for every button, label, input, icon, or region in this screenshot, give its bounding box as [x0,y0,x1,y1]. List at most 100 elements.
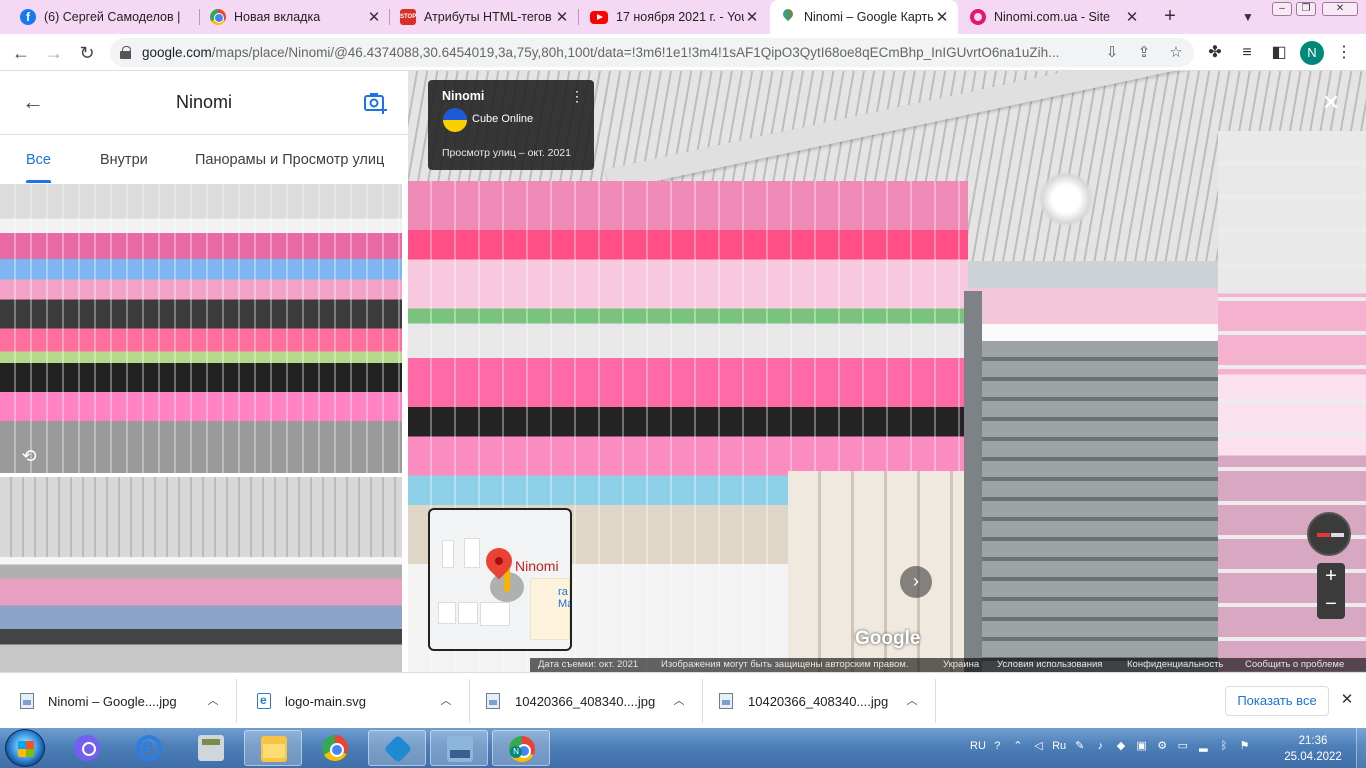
download-item[interactable]: 10420366_408340....jpg ︿ [703,679,936,723]
tab-all[interactable]: Все [26,152,51,168]
input-method-label[interactable]: Ru [1052,738,1067,754]
browser-menu-icon[interactable]: ⋮ [1333,42,1355,64]
image-file-icon [486,693,500,709]
media-queue-icon[interactable]: ≡ [1236,42,1258,64]
map-block [442,540,454,568]
youtube-icon [590,10,608,24]
close-window-button[interactable]: ✕ [1322,2,1358,16]
new-tab-button[interactable]: + [1158,5,1182,29]
capture-date: Просмотр улиц – окт. 2021 [442,147,571,159]
taskbar-explorer[interactable] [244,730,302,766]
chevron-up-icon[interactable]: ︿ [204,692,222,710]
update-icon[interactable]: ⚙ [1155,738,1170,754]
download-item[interactable]: Ninomi – Google....jpg ︿ [0,679,237,723]
footer-report-link[interactable]: Сообщить о проблеме [1245,659,1344,670]
back-arrow-icon[interactable]: ← [20,89,46,115]
street-view-place-title[interactable]: Ninomi [442,89,484,103]
navigate-forward-chevron-icon[interactable]: › [900,566,932,598]
photo-thumbnail[interactable] [0,184,402,473]
tab-panoramas[interactable]: Панорамы и Просмотр улиц [195,152,384,168]
tab-inside[interactable]: Внутри [100,152,148,168]
add-photo-icon[interactable] [362,89,388,115]
download-item[interactable]: 10420366_408340....jpg ︿ [470,679,703,723]
security-icon[interactable]: ◆ [1114,738,1129,754]
tab-search-chevron-icon[interactable]: ▼ [1236,5,1260,29]
restore-button[interactable]: ❐ [1296,2,1316,16]
start-button[interactable] [5,729,45,767]
tab-close-icon[interactable]: ✕ [1124,8,1140,26]
download-item[interactable]: logo-main.svg ︿ [237,679,470,723]
taskbar-vscode[interactable] [368,730,426,766]
show-desktop-button[interactable] [1356,728,1366,768]
close-icon[interactable]: ✕ [1338,691,1356,709]
tab-google-maps[interactable]: Ninomi – Google Карты ✕ [770,0,958,34]
side-panel-icon[interactable]: ◧ [1268,42,1290,64]
image-file-icon [20,693,34,709]
forward-arrow-icon[interactable]: → [41,40,67,66]
zoom-in-button[interactable]: + [1317,563,1345,591]
pen-icon[interactable]: ✎ [1072,738,1087,754]
footer-copyright: Изображения могут быть защищены авторски… [661,659,909,670]
taskbar-chrome-profile[interactable] [492,730,550,766]
url-text[interactable]: google.com/maps/place/Ninomi/@46.4374088… [142,45,1102,60]
tab-close-icon[interactable]: ✕ [934,8,950,26]
help-icon[interactable]: ? [990,738,1005,754]
footer-terms-link[interactable]: Условия использования [997,659,1102,670]
map-block [458,602,478,624]
profile-avatar[interactable]: N [1300,41,1324,65]
language-indicator[interactable]: RU [970,740,986,752]
internet-explorer-icon [136,735,162,761]
author-avatar[interactable] [443,108,467,132]
network-signal-icon[interactable]: ▂ [1196,738,1211,754]
compass-icon[interactable] [1307,512,1351,556]
tab-close-icon[interactable]: ✕ [366,8,382,26]
chrome-icon [322,735,348,761]
image-file-icon [719,693,733,709]
minimize-button[interactable]: – [1272,2,1292,16]
system-clock[interactable]: 21:36 25.04.2022 [1278,733,1348,765]
install-icon[interactable]: ⇩ [1102,43,1122,63]
taskbar-internet-explorer[interactable] [120,730,178,766]
back-arrow-icon[interactable]: ← [8,40,34,66]
tab-new-tab[interactable]: Новая вкладка ✕ [200,0,390,34]
volume-icon[interactable]: ◁ [1031,738,1046,754]
bluetooth-icon[interactable]: ᛒ [1217,738,1232,754]
show-all-downloads-button[interactable]: Показать все [1225,686,1329,716]
footer-privacy-link[interactable]: Конфиденциальность [1127,659,1223,670]
action-center-icon[interactable]: ⚑ [1237,738,1252,754]
bookmark-star-icon[interactable]: ☆ [1166,43,1186,63]
remote-desktop-icon [447,736,473,762]
extensions-puzzle-icon[interactable]: ✤ [1204,42,1226,64]
tab-title: Новая вкладка [234,10,321,24]
tab-html-attributes[interactable]: STOP Атрибуты HTML-тегов ✕ [390,0,578,34]
gpu-icon[interactable]: ▣ [1134,738,1149,754]
address-bar[interactable]: google.com/maps/place/Ninomi/@46.4374088… [110,38,1194,67]
author-name[interactable]: Cube Online [472,113,533,125]
taskbar-chrome[interactable] [306,730,364,766]
chevron-up-icon[interactable]: ︿ [903,692,921,710]
share-icon[interactable]: ⇪ [1134,43,1154,63]
show-hidden-icons-icon[interactable]: ⌃ [1011,738,1026,754]
mini-map[interactable]: Ninomi га Ма [428,508,572,651]
tab-strip: f (6) Сергей Самоделов | Новая вкладка ✕… [0,0,1366,34]
chevron-up-icon[interactable]: ︿ [670,692,688,710]
tab-close-icon[interactable]: ✕ [744,8,760,26]
close-icon[interactable]: ✕ [1320,92,1342,114]
tab-title: 17 ноября 2021 г. - YouT [616,10,744,24]
tab-ninomi-site[interactable]: Ninomi.com.ua - Site ✕ [960,0,1148,34]
taskbar-remote-desktop[interactable] [430,730,488,766]
taskbar-calculator[interactable] [182,730,240,766]
photo-thumbnail[interactable] [0,477,402,672]
zoom-out-button[interactable]: − [1317,591,1345,619]
tab-close-icon[interactable]: ✕ [554,8,570,26]
tab-title: Ninomi – Google Карты [804,10,934,24]
tab-youtube[interactable]: 17 ноября 2021 г. - YouT ✕ [580,0,768,34]
display-icon[interactable]: ▭ [1175,738,1190,754]
tab-separator [578,9,579,25]
chevron-up-icon[interactable]: ︿ [437,692,455,710]
speaker-icon[interactable]: ♪ [1093,738,1108,754]
more-vert-icon[interactable]: ⋮ [570,88,584,108]
taskbar-viber[interactable] [58,730,116,766]
reload-icon[interactable]: ↻ [74,40,100,66]
tab-facebook[interactable]: f (6) Сергей Самоделов | [10,0,200,34]
